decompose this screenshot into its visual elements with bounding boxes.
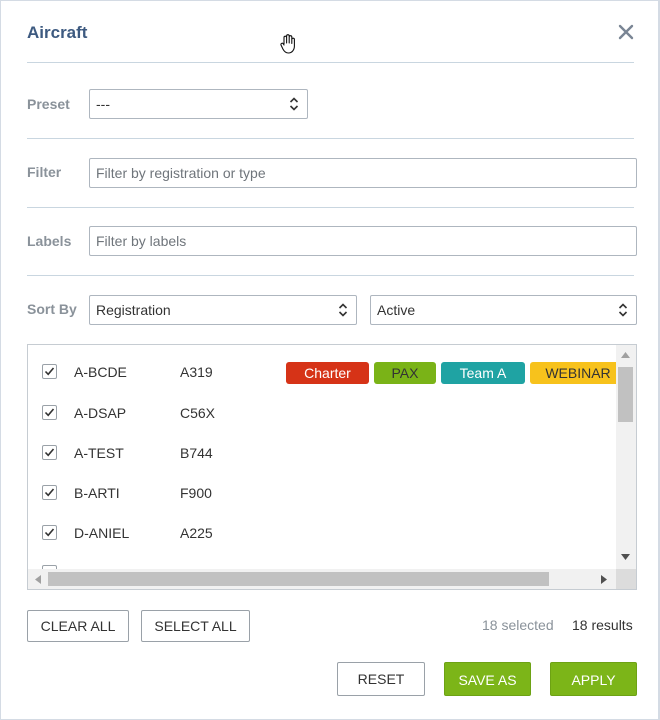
dialog-title: Aircraft xyxy=(27,23,88,42)
aircraft-dialog: Aircraft Preset --- Filter Labels Sort B… xyxy=(0,0,660,720)
filter-label: Filter xyxy=(27,164,62,180)
aircraft-row[interactable]: D-ANIEL A225 xyxy=(28,515,618,555)
checkmark-icon xyxy=(44,408,55,417)
reset-button[interactable]: RESET xyxy=(337,662,425,696)
divider xyxy=(27,138,634,139)
aircraft-registration: D-ANIEL xyxy=(74,525,130,541)
tag-label: Charter xyxy=(304,365,351,381)
selected-count: 18 selected xyxy=(482,617,554,633)
aircraft-type: F900 xyxy=(180,485,212,501)
vertical-scrollbar[interactable] xyxy=(616,345,636,571)
tag-charter[interactable]: Charter xyxy=(286,362,369,384)
hand-cursor-icon xyxy=(277,33,299,55)
divider xyxy=(27,275,634,276)
vertical-scroll-thumb[interactable] xyxy=(618,367,633,422)
scroll-left-icon[interactable] xyxy=(35,575,41,584)
checkmark-icon xyxy=(44,528,55,537)
horizontal-scrollbar[interactable] xyxy=(28,569,618,589)
row-checkbox[interactable] xyxy=(42,485,57,500)
preset-select[interactable]: --- xyxy=(89,89,308,119)
divider xyxy=(27,207,634,208)
save-as-button[interactable]: SAVE AS xyxy=(444,662,531,696)
row-checkbox[interactable] xyxy=(42,405,57,420)
preset-label: Preset xyxy=(27,96,70,112)
row-checkbox[interactable] xyxy=(42,445,57,460)
tag-team-a[interactable]: Team A xyxy=(441,362,525,384)
tag-webinar[interactable]: WEBINAR xyxy=(530,362,626,384)
horizontal-scroll-thumb[interactable] xyxy=(48,572,549,586)
scroll-down-icon[interactable] xyxy=(621,554,630,560)
divider xyxy=(27,62,634,63)
aircraft-registration: A-TEST xyxy=(74,445,124,461)
aircraft-row[interactable]: B-ARTI F900 xyxy=(28,475,618,515)
select-arrows-icon xyxy=(338,303,348,317)
apply-button[interactable]: APPLY xyxy=(550,662,637,696)
tag-label: Team A xyxy=(459,365,507,381)
preset-value: --- xyxy=(96,96,110,112)
row-checkbox[interactable] xyxy=(42,364,57,379)
aircraft-type: B744 xyxy=(180,445,213,461)
filter-input[interactable] xyxy=(89,158,637,188)
checkmark-icon xyxy=(44,367,55,376)
select-all-button[interactable]: SELECT ALL xyxy=(141,610,250,642)
checkmark-icon xyxy=(44,488,55,497)
tag-pax[interactable]: PAX xyxy=(374,362,436,384)
close-icon[interactable] xyxy=(614,19,638,43)
sort-by-label: Sort By xyxy=(27,301,77,317)
aircraft-registration: B-ARTI xyxy=(74,485,120,501)
aircraft-list[interactable]: A-BCDE A319 A-DSAP C56X A-TEST B744 B-ARTI F900… xyxy=(27,344,637,590)
select-arrows-icon xyxy=(289,97,299,111)
aircraft-registration: A-DSAP xyxy=(74,405,127,421)
aircraft-type: A319 xyxy=(180,364,213,380)
labels-label: Labels xyxy=(27,233,72,249)
clear-all-button[interactable]: CLEAR ALL xyxy=(27,610,129,642)
aircraft-row[interactable]: A-DSAP C56X xyxy=(28,395,618,435)
labels-input[interactable] xyxy=(89,226,637,256)
sort-field-select[interactable]: Registration xyxy=(89,295,357,325)
aircraft-registration: A-BCDE xyxy=(74,364,127,380)
aircraft-type: A225 xyxy=(180,525,213,541)
results-count: 18 results xyxy=(572,617,633,633)
aircraft-row[interactable]: A-TEST B744 xyxy=(28,435,618,475)
select-arrows-icon xyxy=(618,303,628,317)
checkmark-icon xyxy=(44,448,55,457)
sort-field-value: Registration xyxy=(96,302,171,318)
scroll-right-icon[interactable] xyxy=(601,575,607,584)
row-checkbox[interactable] xyxy=(42,525,57,540)
tag-label: PAX xyxy=(391,365,419,381)
scroll-up-icon[interactable] xyxy=(621,352,630,358)
tag-label: WEBINAR xyxy=(545,365,611,381)
aircraft-type: C56X xyxy=(180,405,216,421)
scrollbar-corner xyxy=(616,569,636,589)
sort-status-select[interactable]: Active xyxy=(370,295,637,325)
sort-status-value: Active xyxy=(377,302,416,318)
